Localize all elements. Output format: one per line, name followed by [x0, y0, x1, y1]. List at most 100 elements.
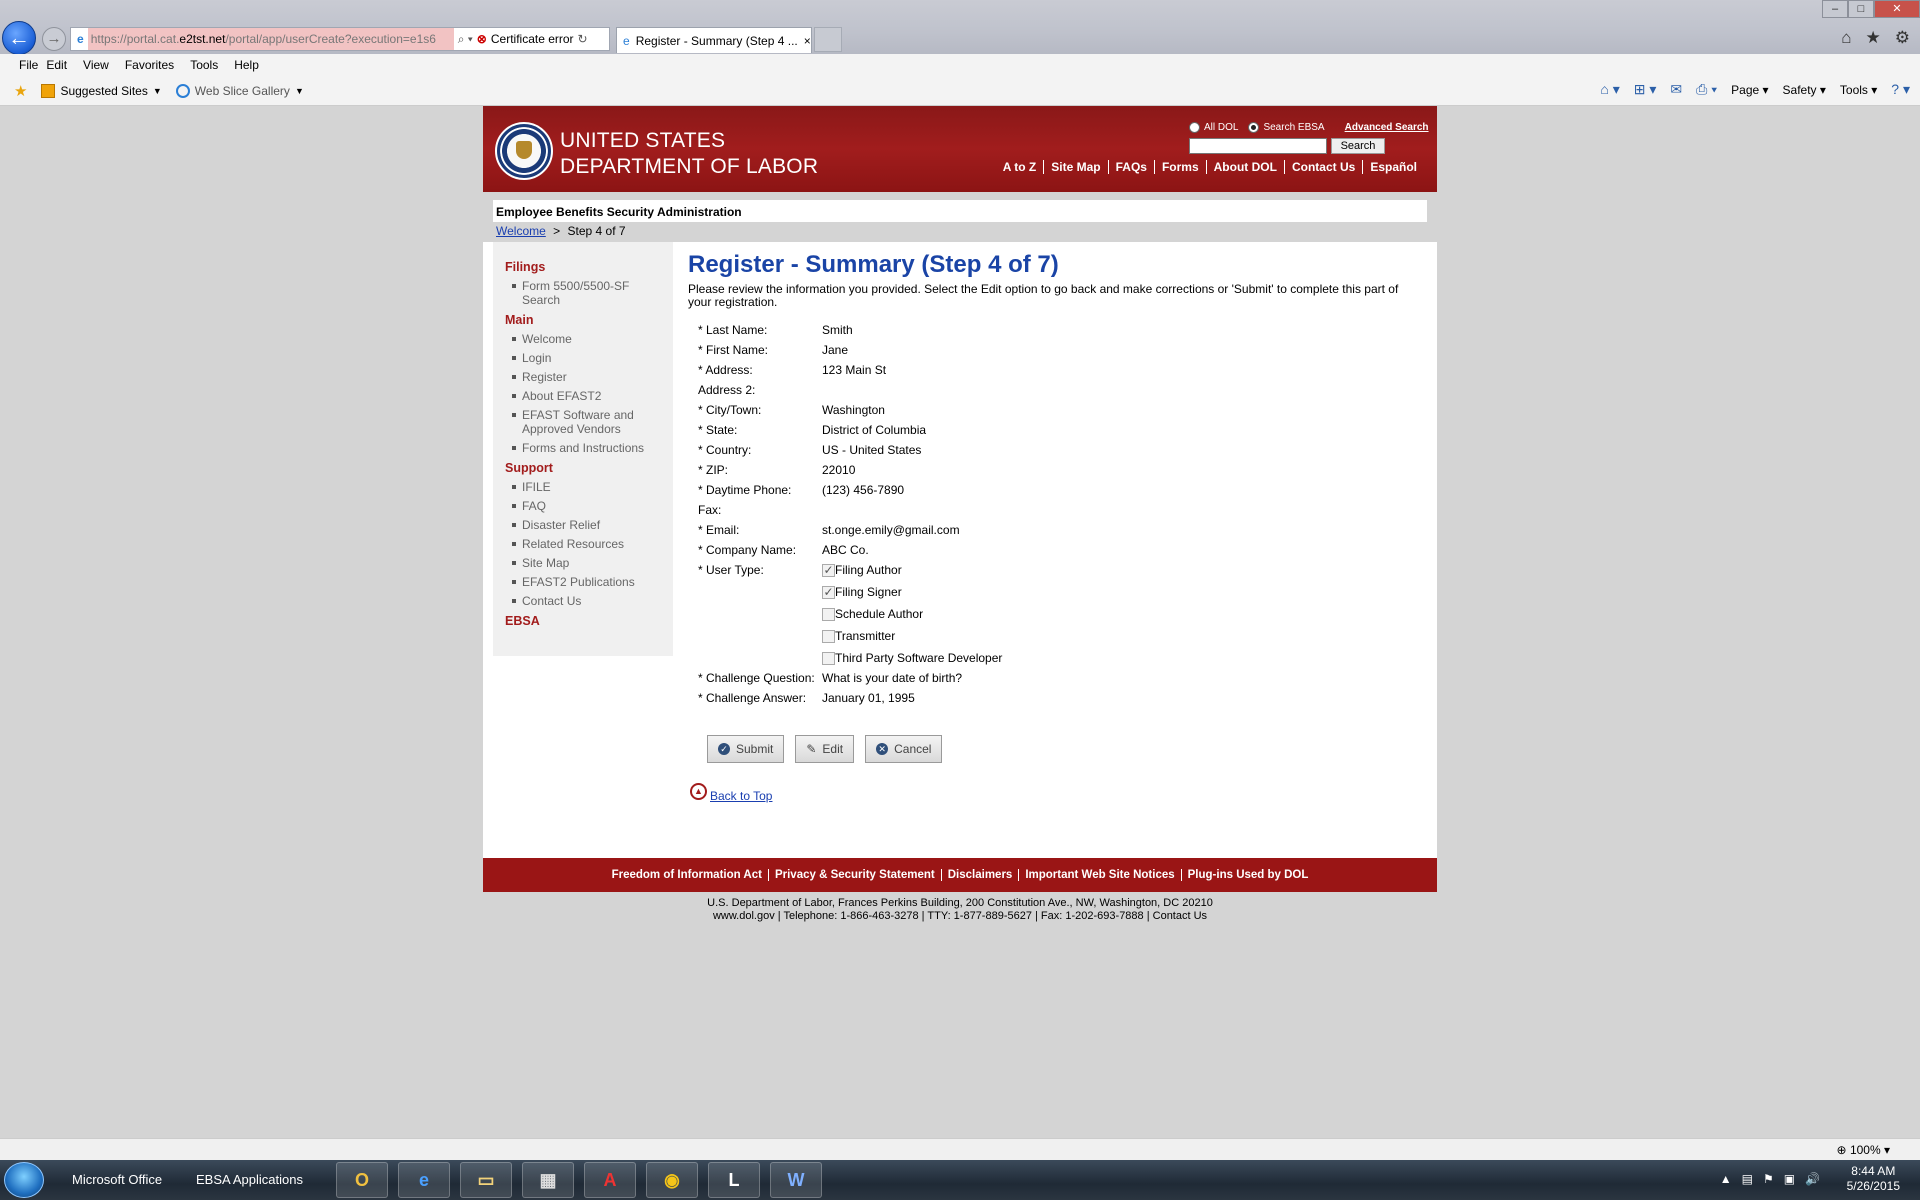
sidebar-item-form-search[interactable]: Form 5500/5500-SF Search — [512, 279, 661, 307]
checkbox-filing-signer[interactable]: ✓ — [822, 585, 835, 599]
sidebar-item-register[interactable]: Register — [512, 370, 661, 384]
folder-icon[interactable]: ▭ — [460, 1162, 512, 1198]
new-tab-button[interactable] — [814, 27, 842, 52]
sidebar-item-disaster-relief[interactable]: Disaster Relief — [512, 518, 661, 532]
word-icon[interactable]: W — [770, 1162, 822, 1198]
field-value: Jane — [822, 343, 849, 357]
tray-network-icon[interactable]: ▣ — [1784, 1172, 1795, 1186]
advanced-search-link[interactable]: Advanced Search — [1345, 122, 1429, 133]
nav-site-map[interactable]: Site Map — [1043, 160, 1107, 174]
sidebar-heading-ebsa[interactable]: EBSA — [505, 614, 661, 628]
sidebar-item-software-vendors[interactable]: EFAST Software and Approved Vendors — [512, 408, 661, 436]
dol-seal-logo[interactable] — [495, 122, 553, 180]
tray-volume-icon[interactable]: 🔊 — [1805, 1172, 1820, 1186]
help-icon[interactable]: ? ▾ — [1891, 81, 1910, 98]
refresh-icon[interactable]: ↻ — [578, 32, 588, 46]
forward-arrow-icon[interactable]: → — [42, 27, 66, 51]
sidebar-item-forms-instructions[interactable]: Forms and Instructions — [512, 441, 661, 455]
menu-tools[interactable]: Tools — [190, 58, 226, 72]
nav-about-dol[interactable]: About DOL — [1205, 160, 1284, 174]
outlook-icon[interactable]: O — [336, 1162, 388, 1198]
home-icon[interactable]: ⌂ — [1841, 28, 1851, 48]
nav-forms[interactable]: Forms — [1153, 160, 1206, 174]
print-icon[interactable]: ⎙ ▾ — [1696, 81, 1717, 98]
footer-privacy[interactable]: Privacy & Security Statement — [767, 869, 941, 881]
checkbox-third-party[interactable] — [822, 651, 835, 665]
radio-search-ebsa[interactable] — [1248, 122, 1260, 133]
mail-icon[interactable]: ✉ — [1670, 81, 1682, 98]
taskbar-ebsa-applications[interactable]: EBSA Applications — [196, 1172, 303, 1187]
sidebar-item-related-resources[interactable]: Related Resources — [512, 537, 661, 551]
search-icon[interactable]: ⌕ ▾ — [458, 32, 473, 47]
fav-web-slice-gallery[interactable]: Web Slice Gallery ▼ — [175, 83, 304, 98]
footer-plugins[interactable]: Plug-ins Used by DOL — [1180, 869, 1315, 881]
tray-flag-icon[interactable]: ⚑ — [1763, 1172, 1774, 1186]
lync-icon[interactable]: L — [708, 1162, 760, 1198]
sidebar-item-contact-us[interactable]: Contact Us — [512, 594, 661, 608]
nav-faqs[interactable]: FAQs — [1107, 160, 1154, 174]
menu-favorites[interactable]: Favorites — [125, 58, 182, 72]
sidebar-item-faq[interactable]: FAQ — [512, 499, 661, 513]
clock[interactable]: 8:44 AM 5/26/2015 — [1847, 1164, 1900, 1194]
radio-all-dol[interactable] — [1189, 122, 1200, 133]
acrobat-icon[interactable]: A — [584, 1162, 636, 1198]
gear-icon[interactable]: ⚙ — [1895, 28, 1910, 48]
url-text[interactable]: https://portal.cat.e2tst.net/portal/app/… — [87, 28, 454, 50]
sidebar-item-login[interactable]: Login — [512, 351, 661, 365]
cancel-button[interactable]: ✕ Cancel — [865, 735, 943, 763]
back-to-top-link[interactable]: Back to Top — [710, 789, 772, 803]
tools-menu[interactable]: Tools ▾ — [1840, 83, 1877, 97]
menu-edit[interactable]: Edit — [46, 58, 75, 72]
search-button[interactable]: Search — [1331, 138, 1385, 154]
footer-disclaimers[interactable]: Disclaimers — [940, 869, 1019, 881]
menu-help[interactable]: Help — [234, 58, 267, 72]
home-cmd-icon[interactable]: ⌂ ▾ — [1600, 81, 1619, 98]
sidebar-item-welcome[interactable]: Welcome — [512, 332, 661, 346]
nav-contact-us[interactable]: Contact Us — [1283, 160, 1362, 174]
minimize-button[interactable]: – — [1822, 0, 1848, 18]
feeds-icon[interactable]: ⊞ ▾ — [1634, 81, 1657, 98]
safety-menu[interactable]: Safety ▾ — [1783, 83, 1826, 97]
fav-suggested-sites[interactable]: Suggested Sites ▼ — [41, 83, 162, 98]
sidebar-item-about-efast2[interactable]: About EFAST2 — [512, 389, 661, 403]
checkbox-schedule-author[interactable] — [822, 607, 835, 621]
checkbox-transmitter[interactable] — [822, 629, 835, 643]
address-bar[interactable]: e https://portal.cat.e2tst.net/portal/ap… — [70, 27, 610, 51]
breadcrumb-welcome[interactable]: Welcome — [496, 224, 546, 238]
close-tab-icon[interactable]: × — [804, 34, 811, 48]
tray-arrow-icon[interactable]: ▲ — [1720, 1172, 1732, 1186]
nav-a-to-z[interactable]: A to Z — [996, 160, 1044, 174]
site-search-input[interactable] — [1189, 138, 1327, 154]
field-value: US - United States — [822, 443, 922, 457]
tray-device-icon[interactable]: ▤ — [1742, 1172, 1753, 1186]
checkbox-filing-author[interactable]: ✓ — [822, 563, 835, 577]
up-arrow-icon[interactable]: ▲ — [690, 782, 707, 800]
browser-tab[interactable]: e Register - Summary (Step 4 ... × — [616, 27, 812, 53]
chrome-icon[interactable]: ◉ — [646, 1162, 698, 1198]
taskbar-microsoft-office[interactable]: Microsoft Office — [72, 1172, 162, 1187]
menu-view[interactable]: View — [83, 58, 117, 72]
calculator-icon[interactable]: ▦ — [522, 1162, 574, 1198]
page-menu[interactable]: Page ▾ — [1731, 83, 1768, 97]
maximize-button[interactable]: □ — [1848, 0, 1874, 18]
favorites-star-icon[interactable]: ★ — [1866, 28, 1881, 48]
certificate-error[interactable]: ⊗ Certificate error — [477, 32, 574, 46]
sidebar-heading-filings: Filings — [505, 260, 546, 274]
breadcrumb-separator: > — [553, 224, 561, 238]
sidebar-item-publications[interactable]: EFAST2 Publications — [512, 575, 661, 589]
footer-notices[interactable]: Important Web Site Notices — [1018, 869, 1180, 881]
sidebar-item-site-map[interactable]: Site Map — [512, 556, 661, 570]
footer-foia[interactable]: Freedom of Information Act — [606, 869, 768, 881]
back-arrow-icon[interactable]: ← — [2, 21, 36, 55]
sidebar-item-ifile[interactable]: IFILE — [512, 480, 661, 494]
submit-button[interactable]: ✓ Submit — [707, 735, 785, 763]
start-button[interactable] — [4, 1162, 44, 1198]
add-favorites-star-icon[interactable]: ★ — [14, 82, 27, 100]
close-window-button[interactable]: ✕ — [1874, 0, 1920, 18]
zoom-level[interactable]: ⊕ 100% ▾ — [1837, 1143, 1890, 1157]
edit-button[interactable]: ✎ Edit — [795, 735, 855, 763]
nav-espanol[interactable]: Español — [1362, 160, 1424, 174]
ie-icon[interactable]: e — [398, 1162, 450, 1198]
menu-file[interactable]: File — [0, 58, 46, 72]
agency-name[interactable]: UNITED STATES DEPARTMENT OF LABOR — [560, 128, 818, 180]
